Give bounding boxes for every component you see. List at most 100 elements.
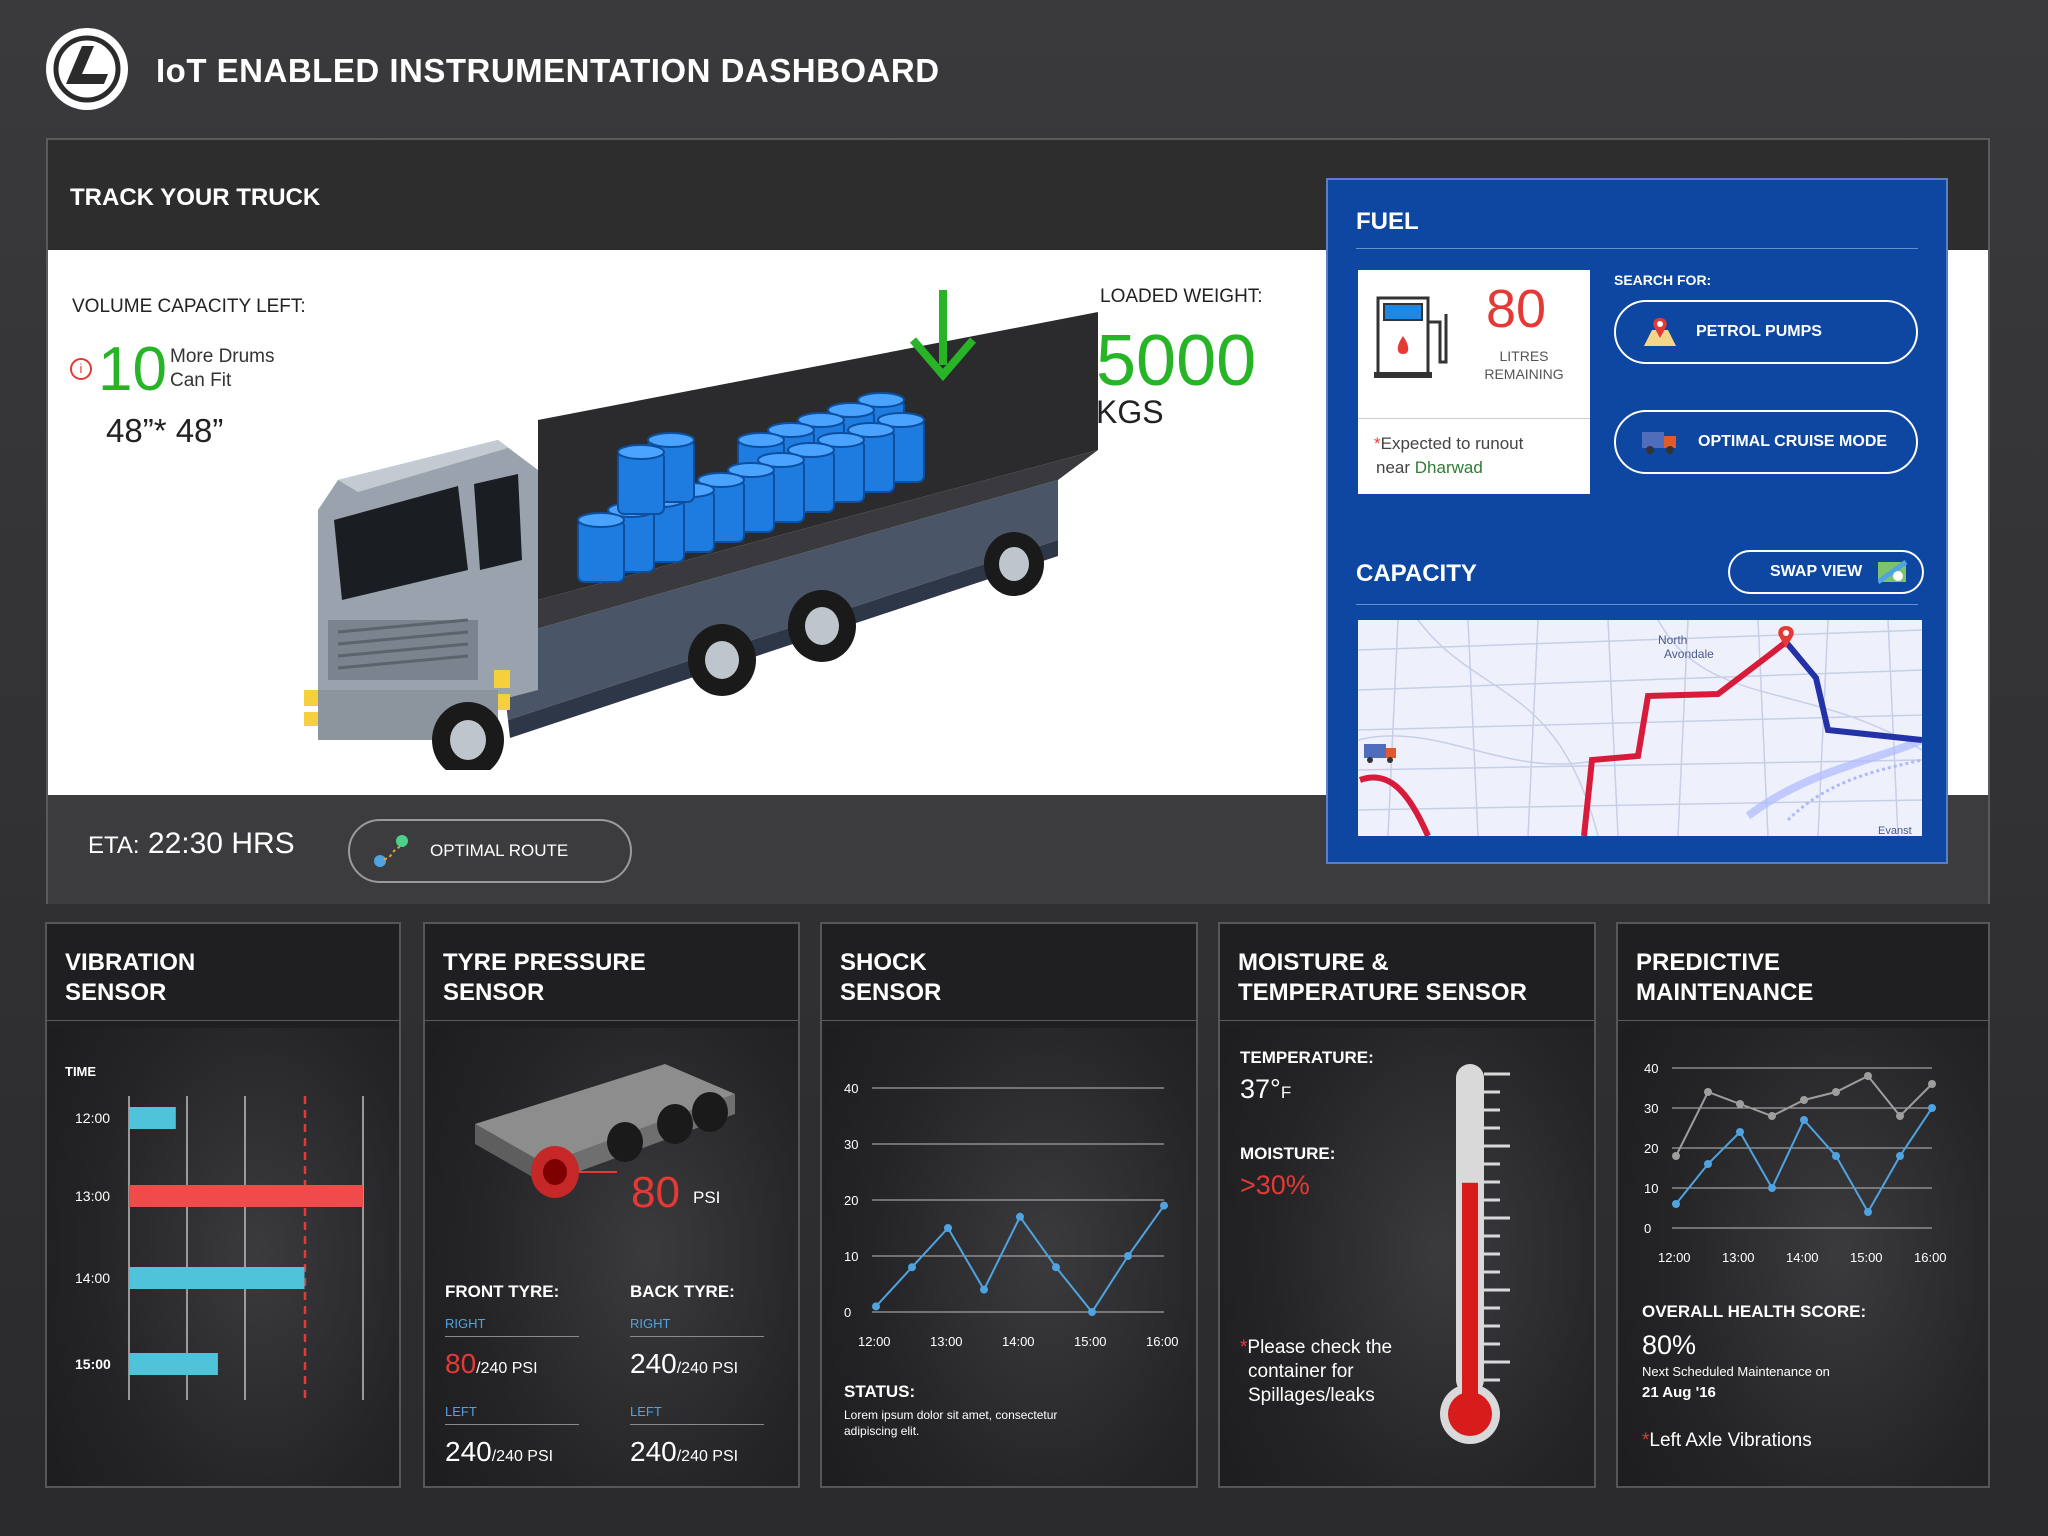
swap-view-label: SWAP VIEW — [1770, 563, 1863, 580]
map-label: Avondale — [1664, 647, 1714, 661]
temperature-label: TEMPERATURE: — [1240, 1048, 1374, 1067]
data-point — [1124, 1252, 1132, 1260]
x-tick-label: 14:00 — [1786, 1250, 1819, 1265]
y-tick-label: 30 — [1644, 1101, 1658, 1116]
data-point — [1736, 1100, 1744, 1108]
swap-view-button[interactable]: SWAP VIEW — [1728, 550, 1924, 594]
next-maintenance-label: Next Scheduled Maintenance on — [1642, 1364, 1830, 1379]
x-tick-label: 15:00 — [1074, 1334, 1107, 1349]
loaded-weight-label: LOADED WEIGHT: — [1100, 286, 1263, 307]
data-point — [1672, 1152, 1680, 1160]
next-maintenance-date: 21 Aug '16 — [1642, 1384, 1716, 1401]
capacity-title: CAPACITY — [1356, 560, 1477, 587]
vibration-bar — [129, 1107, 176, 1129]
vibration-bar — [129, 1267, 305, 1289]
data-point — [1016, 1212, 1024, 1221]
y-tick-label: 20 — [1644, 1141, 1658, 1156]
map-icon — [1878, 560, 1908, 584]
moisture-temperature-card: MOISTURE & TEMPERATURE SENSOR TEMPERATURE… — [1218, 922, 1596, 1488]
truck-location-icon — [1364, 744, 1396, 763]
x-tick-label: 16:00 — [1146, 1334, 1179, 1349]
loaded-weight-unit: KGS — [1096, 394, 1164, 430]
brand-logo — [46, 28, 128, 110]
data-point — [1704, 1088, 1712, 1096]
moisture-note: *Please check the container for Spillage… — [1240, 1337, 1393, 1406]
optimal-route-label: OPTIMAL ROUTE — [430, 841, 569, 860]
loaded-weight-value: 5000 — [1096, 321, 1257, 401]
maintenance-chart: 0 10 20 30 40 12:00 13:00 14:00 15:00 16:00 — [1644, 1061, 1947, 1265]
x-tick-label: 13:00 — [1722, 1250, 1755, 1265]
data-point — [908, 1263, 916, 1272]
thermometer-fill — [1462, 1182, 1478, 1414]
data-point — [1160, 1201, 1168, 1210]
health-value: 80% — [1642, 1330, 1697, 1360]
data-point — [1800, 1116, 1808, 1124]
optimal-cruise-button[interactable]: OPTIMAL CRUISE MODE — [1614, 410, 1918, 474]
petrol-pumps-label: PETROL PUMPS — [1696, 323, 1822, 340]
time-tick-label: 14:00 — [75, 1270, 110, 1286]
front-left-label: LEFT — [445, 1404, 477, 1419]
data-point — [1832, 1152, 1840, 1160]
drum-size: 48”* 48” — [106, 412, 224, 449]
litres-value: 80 — [1486, 279, 1547, 339]
front-left-pressure: 240/240 PSI — [445, 1436, 554, 1467]
divider — [445, 1336, 579, 1337]
shock-sensor-card: SHOCK SENSOR 0 10 20 30 40 12:00 13:00 14:00 15:0… — [820, 922, 1198, 1488]
petrol-pumps-button[interactable]: PETROL PUMPS — [1614, 300, 1918, 364]
fuel-pump-icon — [1374, 296, 1448, 378]
y-tick-label: 10 — [1644, 1181, 1658, 1196]
optimal-route-button[interactable]: OPTIMAL ROUTE — [348, 819, 632, 883]
data-point — [1864, 1208, 1872, 1216]
vibration-bar — [129, 1185, 363, 1207]
litres-label: LITRES — [1499, 348, 1549, 364]
health-label: OVERALL HEALTH SCORE: — [1642, 1302, 1867, 1321]
thermometer-icon — [1440, 1064, 1510, 1444]
data-point — [1896, 1112, 1904, 1120]
time-tick-label: 15:00 — [75, 1356, 111, 1372]
fuel-panel: FUEL 80 LITRES REMAINING *Expected to ru… — [1326, 178, 1948, 864]
status-label: STATUS: — [844, 1382, 916, 1401]
time-tick-label: 12:00 — [75, 1110, 110, 1126]
tyre-psi-unit: PSI — [693, 1188, 721, 1207]
maintenance-alert: *Left Axle Vibrations — [1642, 1430, 1812, 1451]
temperature-value: 37°F — [1240, 1074, 1292, 1104]
data-point — [944, 1224, 952, 1232]
divider — [1356, 248, 1918, 249]
back-right-pressure: 240/240 PSI — [630, 1348, 739, 1379]
x-tick-label: 12:00 — [858, 1334, 891, 1349]
runout-city: Dharwad — [1414, 458, 1483, 477]
shock-chart: 0 10 20 30 40 12:00 13:00 14:00 15:00 16:00 — [844, 1081, 1179, 1349]
optimal-cruise-label: OPTIMAL CRUISE MODE — [1698, 433, 1888, 450]
info-icon[interactable]: i — [70, 358, 92, 380]
route-map[interactable]: North Avondale Evanst — [1358, 620, 1922, 836]
data-point — [1672, 1200, 1680, 1208]
back-left-pressure: 240/240 PSI — [630, 1436, 739, 1467]
divider — [445, 1424, 579, 1425]
back-left-label: LEFT — [630, 1404, 662, 1419]
track-title: TRACK YOUR TRUCK — [70, 184, 321, 211]
data-point — [1832, 1088, 1840, 1096]
y-tick-label: 0 — [1644, 1221, 1651, 1236]
divider — [425, 1020, 798, 1021]
map-pin-icon — [1644, 318, 1676, 346]
x-tick-label: 12:00 — [1658, 1250, 1691, 1265]
vibration-bar — [129, 1353, 218, 1375]
card-title: MOISTURE & TEMPERATURE SENSOR — [1238, 949, 1527, 1006]
x-tick-label: 14:00 — [1002, 1334, 1035, 1349]
divider — [630, 1424, 764, 1425]
y-tick-label: 0 — [844, 1305, 851, 1320]
divider — [630, 1336, 764, 1337]
map-label: Evanst — [1878, 825, 1912, 836]
truck-illustration — [304, 290, 1098, 770]
status-text: Lorem ipsum dolor sit amet, consectetur — [844, 1408, 1058, 1422]
x-tick-label: 13:00 — [930, 1334, 963, 1349]
runout-text: near Dharwad — [1376, 458, 1483, 477]
x-tick-label: 16:00 — [1914, 1250, 1947, 1265]
data-point — [872, 1302, 880, 1311]
data-point — [1928, 1104, 1936, 1112]
y-tick-label: 40 — [1644, 1061, 1658, 1076]
y-tick-label: 20 — [844, 1193, 858, 1208]
y-tick-label: 30 — [844, 1137, 858, 1152]
data-point — [1768, 1184, 1776, 1192]
map-label: North — [1658, 633, 1687, 647]
